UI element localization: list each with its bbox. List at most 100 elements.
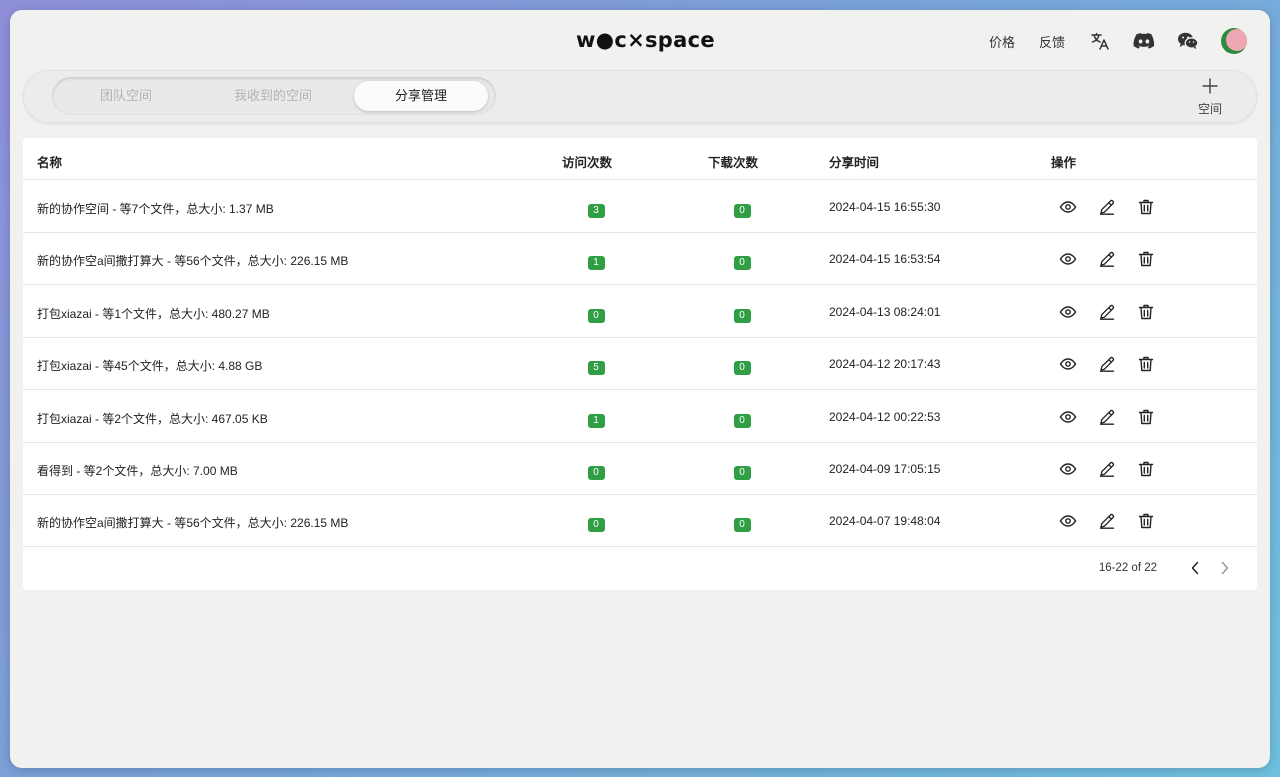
downloads-cell: 0 — [712, 305, 772, 323]
col-actions: 操作 — [1051, 156, 1077, 170]
share-time: 2024-04-07 19:48:04 — [829, 514, 941, 529]
row-actions — [1058, 249, 1175, 269]
share-time: 2024-04-12 20:17:43 — [829, 357, 941, 372]
tab-share-management[interactable]: 分享管理 — [354, 81, 488, 111]
pagination-range: 16-22 of 22 — [1098, 562, 1157, 574]
row-actions — [1058, 197, 1175, 217]
eye-icon — [1059, 408, 1077, 426]
pricing-link[interactable]: 价格 — [989, 32, 1015, 51]
share-time: 2024-04-15 16:55:30 — [829, 200, 941, 214]
trash-button[interactable] — [1136, 302, 1156, 322]
eye-button[interactable] — [1058, 407, 1078, 427]
visits-cell: 0 — [566, 514, 626, 533]
eye-button[interactable] — [1058, 302, 1078, 322]
tab-team-space[interactable]: 团队空间 — [56, 81, 196, 111]
visits-badge: 5 — [587, 361, 605, 376]
visits-cell: 0 — [566, 305, 626, 323]
edit-button[interactable] — [1097, 511, 1117, 531]
table-row[interactable]: 打包xiazai - 等45个文件，总大小: 4.88 GB 5 0 2024-04-… — [23, 338, 1257, 391]
row-actions — [1058, 407, 1175, 427]
row-actions — [1058, 511, 1175, 531]
downloads-badge: 0 — [733, 256, 751, 271]
tab-bar: 团队空间 我收到的空间 分享管理 空间 — [23, 70, 1257, 123]
trash-button[interactable] — [1136, 354, 1156, 374]
row-actions — [1058, 302, 1175, 322]
trash-icon — [1137, 198, 1155, 216]
next-page-button[interactable] — [1215, 558, 1235, 578]
edit-icon — [1098, 250, 1116, 268]
visits-cell: 3 — [566, 200, 626, 218]
trash-button[interactable] — [1136, 249, 1156, 269]
edit-button[interactable] — [1097, 407, 1117, 427]
wechat-icon[interactable] — [1177, 30, 1199, 52]
col-name[interactable]: 名称 — [37, 152, 62, 171]
feedback-link[interactable]: 反馈 — [1039, 32, 1065, 51]
edit-icon — [1098, 460, 1116, 478]
edit-icon — [1098, 198, 1116, 216]
trash-icon — [1137, 250, 1155, 268]
trash-button[interactable] — [1136, 197, 1156, 217]
share-name: 打包xiazai - 等2个文件，总大小: 467.05 KB — [37, 411, 268, 426]
eye-button[interactable] — [1058, 197, 1078, 217]
downloads-cell: 0 — [712, 357, 772, 376]
share-time: 2024-04-12 00:22:53 — [829, 409, 941, 424]
table-row[interactable]: 打包xiazai - 等2个文件，总大小: 467.05 KB 1 0 2024-04… — [23, 391, 1257, 443]
avatar[interactable] — [1221, 28, 1247, 54]
visits-badge: 3 — [587, 204, 605, 218]
edit-button[interactable] — [1097, 197, 1117, 217]
trash-button[interactable] — [1136, 459, 1156, 479]
eye-button[interactable] — [1058, 459, 1078, 479]
app-logo[interactable]: w●c×space — [576, 28, 715, 52]
eye-button[interactable] — [1058, 249, 1078, 269]
table-row[interactable]: 新的协作空a间撒打算大 - 等56个文件，总大小: 226.15 MB 1 0 202… — [23, 233, 1257, 286]
space-tabs: 团队空间 我收到的空间 分享管理 — [52, 77, 496, 115]
top-nav: 价格 反馈 — [989, 26, 1248, 56]
header: w●c×space 价格 反馈 — [10, 10, 1270, 72]
visits-cell: 0 — [566, 462, 626, 480]
share-name: 打包xiazai - 等45个文件，总大小: 4.88 GB — [37, 359, 263, 374]
edit-icon — [1098, 512, 1116, 530]
col-share-time[interactable]: 分享时间 — [829, 152, 879, 171]
trash-icon — [1137, 408, 1155, 426]
share-name: 看得到 - 等2个文件，总大小: 7.00 MB — [37, 464, 238, 478]
trash-button[interactable] — [1136, 407, 1156, 427]
share-time: 2024-04-15 16:53:54 — [829, 252, 941, 267]
visits-badge: 1 — [587, 413, 605, 428]
eye-icon — [1059, 512, 1077, 530]
edit-icon — [1098, 303, 1116, 321]
share-table: 名称 访问次数 下载次数 分享时间 操作 新的协作空间 - 等7个文件，总大小:… — [23, 138, 1257, 590]
eye-button[interactable] — [1058, 511, 1078, 531]
visits-cell: 1 — [566, 410, 626, 428]
downloads-badge: 0 — [733, 413, 751, 428]
edit-button[interactable] — [1097, 249, 1117, 269]
downloads-cell: 0 — [712, 462, 772, 480]
translate-icon[interactable] — [1089, 30, 1111, 52]
add-space-button[interactable]: 空间 — [1190, 77, 1230, 117]
downloads-badge: 0 — [733, 361, 751, 376]
discord-icon[interactable] — [1133, 30, 1155, 52]
table-row[interactable]: 看得到 - 等2个文件，总大小: 7.00 MB 0 0 2024-04-09 17:… — [23, 443, 1257, 495]
downloads-badge: 0 — [733, 308, 751, 323]
table-row[interactable]: 新的协作空a间撒打算大 - 等56个文件，总大小: 226.15 MB 0 0 202… — [23, 495, 1257, 548]
table-header: 名称 访问次数 下载次数 分享时间 操作 — [23, 138, 1257, 180]
col-visits[interactable]: 访问次数 — [562, 152, 612, 171]
edit-button[interactable] — [1097, 354, 1117, 374]
share-name: 新的协作空a间撒打算大 - 等56个文件，总大小: 226.15 MB — [37, 254, 349, 269]
share-name: 新的协作空a间撒打算大 - 等56个文件，总大小: 226.15 MB — [37, 516, 349, 531]
visits-badge: 0 — [587, 466, 605, 480]
edit-button[interactable] — [1097, 302, 1117, 322]
eye-button[interactable] — [1058, 354, 1078, 374]
trash-icon — [1137, 512, 1155, 530]
edit-button[interactable] — [1097, 459, 1117, 479]
plus-icon — [1190, 77, 1230, 97]
table-row[interactable]: 新的协作空间 - 等7个文件，总大小: 1.37 MB 3 0 2024-04-15 … — [23, 181, 1257, 233]
row-actions — [1058, 354, 1175, 374]
downloads-cell: 0 — [712, 410, 772, 428]
trash-button[interactable] — [1136, 511, 1156, 531]
tab-received-space[interactable]: 我收到的空间 — [197, 81, 349, 111]
table-row[interactable]: 打包xiazai - 等1个文件，总大小: 480.27 MB 0 0 2024-04… — [23, 286, 1257, 338]
prev-page-button[interactable] — [1185, 558, 1205, 578]
visits-badge: 0 — [587, 518, 605, 533]
eye-icon — [1059, 460, 1077, 478]
col-downloads[interactable]: 下载次数 — [708, 152, 758, 171]
